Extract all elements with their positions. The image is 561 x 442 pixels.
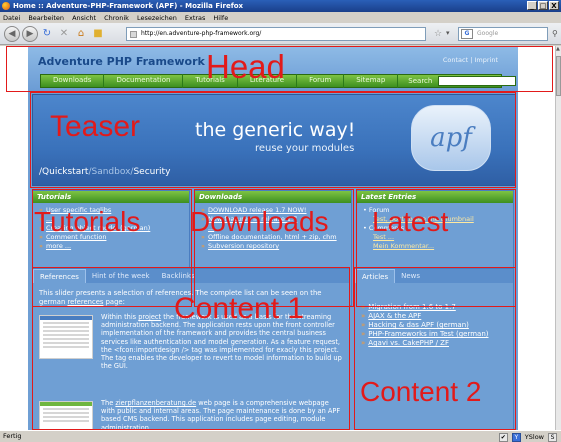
yslow-icon[interactable]: Y: [511, 433, 521, 442]
site-favicon: [130, 31, 137, 38]
latest-region-label: Latest: [372, 206, 449, 237]
home-icon[interactable]: ⌂: [74, 27, 88, 41]
s-icon[interactable]: S: [548, 433, 557, 442]
maximize-button[interactable]: □: [538, 1, 548, 10]
tutorials-region-label: Tutorials: [34, 206, 141, 237]
downloads-region-label: Downloads: [190, 206, 329, 237]
navigation-toolbar: ◀ ▶ ↻ ✕ ⌂ ■ http://en.adventure-php-fram…: [0, 23, 561, 45]
menu-ansicht[interactable]: Ansicht: [72, 14, 96, 22]
window-titlebar: Home :: Adventure-PHP-Framework (APF) - …: [0, 0, 561, 12]
url-text: http://en.adventure-php-framework.org/: [141, 30, 262, 37]
browser-content: Adventure PHP Framework Contact | Imprin…: [0, 46, 555, 430]
menu-datei[interactable]: Datei: [3, 14, 20, 22]
status-icons: ✔ Y YSlow S: [498, 432, 557, 442]
teaser-region-label: Teaser: [50, 110, 141, 143]
search-engine-box[interactable]: G Google: [458, 27, 548, 41]
bookmark-folder-icon[interactable]: ■: [91, 27, 105, 41]
menu-extras[interactable]: Extras: [185, 14, 206, 22]
url-dropdown-icon[interactable]: ▾: [446, 29, 450, 37]
search-go-icon[interactable]: ⚲: [552, 29, 558, 38]
back-icon[interactable]: ◀: [4, 25, 20, 42]
status-text: Fertig: [3, 432, 22, 440]
firefox-icon: [2, 2, 10, 10]
stop-icon[interactable]: ✕: [57, 27, 71, 41]
bookmark-star-icon[interactable]: ☆: [434, 29, 442, 39]
scrollbar-thumb[interactable]: [556, 56, 561, 96]
google-icon[interactable]: G: [461, 29, 473, 39]
search-placeholder: Google: [477, 30, 499, 37]
menu-chronik[interactable]: Chronik: [104, 14, 129, 22]
url-bar[interactable]: http://en.adventure-php-framework.org/: [126, 27, 426, 41]
head-region-label: Head: [206, 48, 285, 85]
reload-icon[interactable]: ↻: [40, 27, 54, 41]
menu-bearbeiten[interactable]: Bearbeiten: [28, 14, 64, 22]
yslow-label[interactable]: YSlow: [525, 432, 544, 442]
forward-icon[interactable]: ▶: [22, 25, 38, 42]
content1-region-label: Content 1: [174, 292, 305, 325]
minimize-button[interactable]: _: [527, 1, 537, 10]
menu-hilfe[interactable]: Hilfe: [213, 14, 228, 22]
menubar: Datei Bearbeiten Ansicht Chronik Lesezei…: [0, 12, 561, 23]
menu-lesezeichen[interactable]: Lesezeichen: [137, 14, 177, 22]
window-title: Home :: Adventure-PHP-Framework (APF) - …: [13, 2, 244, 10]
content2-region-label: Content 2: [360, 376, 482, 407]
scroll-up-icon[interactable]: ▲: [556, 46, 560, 52]
vertical-scrollbar[interactable]: ▲: [555, 46, 561, 430]
status-bar: Fertig ✔ Y YSlow S: [0, 430, 561, 442]
window-controls: _ □ X: [527, 1, 559, 10]
close-button[interactable]: X: [549, 1, 559, 10]
addon-icon[interactable]: ✔: [498, 433, 508, 442]
